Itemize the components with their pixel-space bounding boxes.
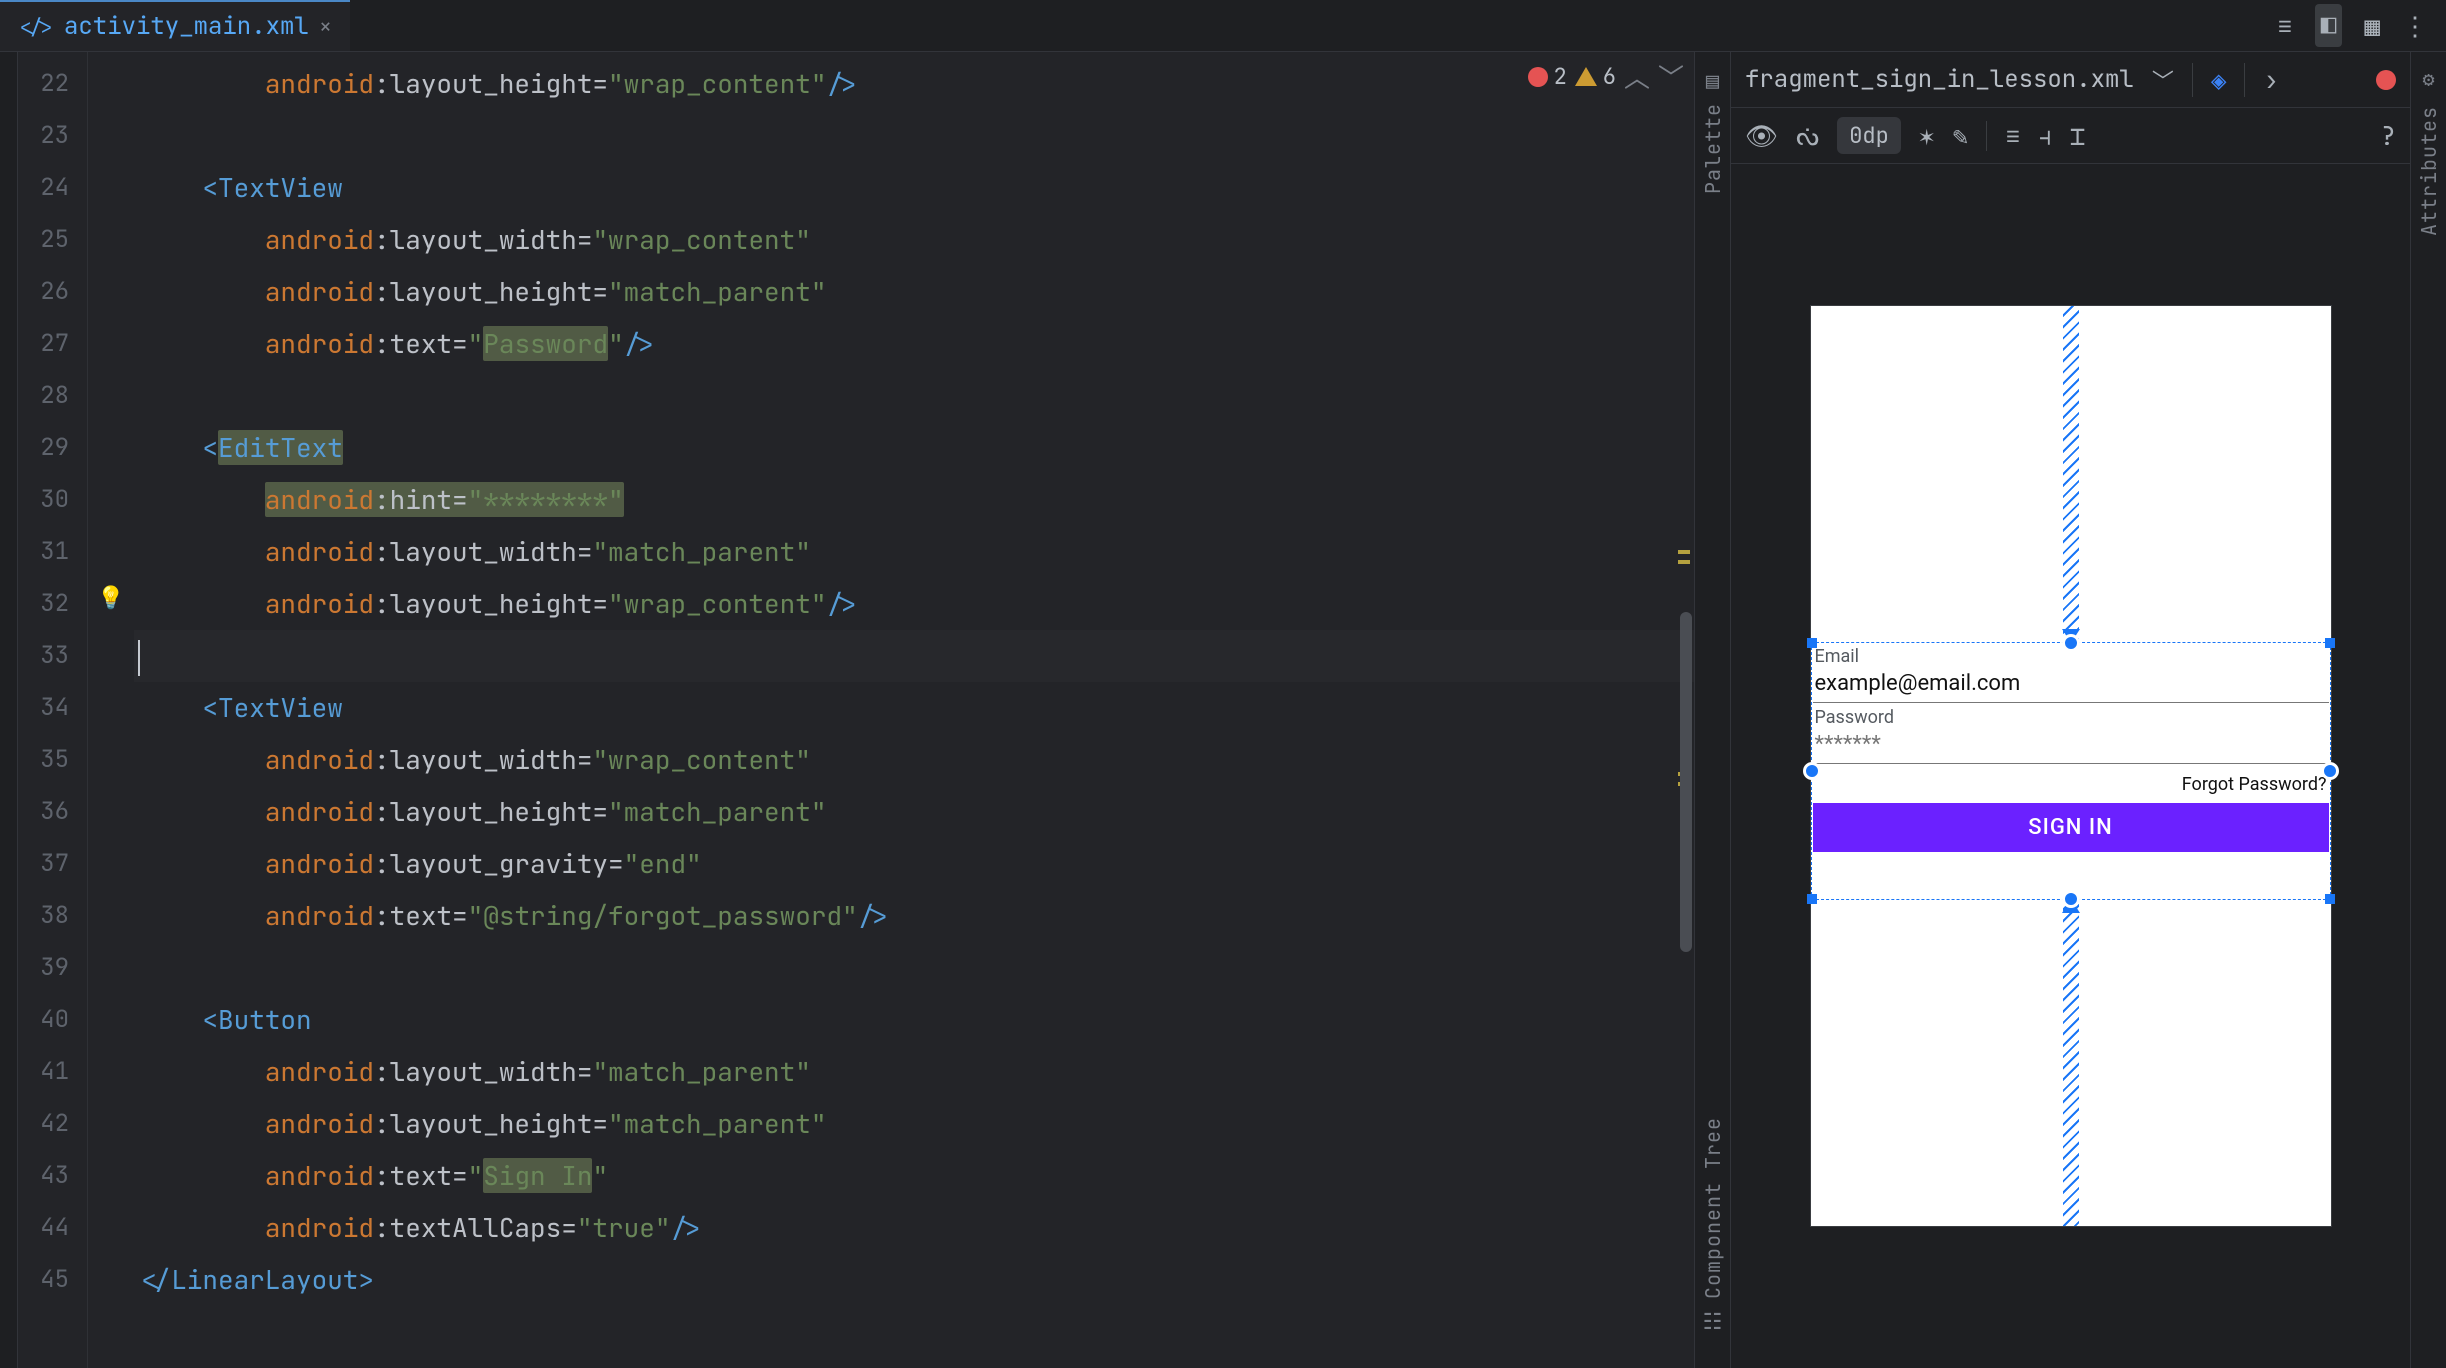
align-icon[interactable]: ≡	[2005, 118, 2021, 153]
selection-handle-br[interactable]	[2325, 894, 2335, 904]
infer-constraints-icon[interactable]: ✶	[1919, 118, 1935, 153]
selection-frame[interactable]	[1811, 642, 2331, 900]
guidelines-icon[interactable]: ⌶	[2070, 118, 2086, 153]
tree-icon: ☷	[1703, 1307, 1723, 1336]
selection-handle-bl[interactable]	[1807, 894, 1817, 904]
chevron-right-icon[interactable]: ›	[2263, 62, 2279, 97]
sliders-icon: ⚙	[2422, 66, 2434, 92]
default-margin[interactable]: 0dp	[1837, 117, 1901, 154]
hint-gutter[interactable]: 💡	[88, 52, 134, 1368]
error-stripe[interactable]	[1676, 52, 1694, 1368]
preview-toolbar-primary: fragment_sign_in_lesson.xml ﹀ ◈ ›	[1731, 52, 2410, 108]
layout-preview-panel: fragment_sign_in_lesson.xml ﹀ ◈ › 👁 ᔔ 0d…	[1730, 52, 2410, 1368]
code-area[interactable]: android:layout_height="wrap_content"/> <…	[134, 52, 1694, 1368]
design-surface[interactable]: Email example@email.com Password *******…	[1731, 164, 2410, 1368]
line-number-gutter[interactable]: 2223242526272829303132333435363738394041…	[18, 52, 88, 1368]
constraint-handle-left[interactable]	[1803, 762, 1821, 780]
attributes-rail[interactable]: ⚙ Attributes	[2410, 52, 2446, 1368]
attributes-label: Attributes	[2416, 106, 2442, 236]
component-tree-rail-button[interactable]: Component Tree ☷	[1700, 1117, 1726, 1336]
scrollbar-thumb[interactable]	[1680, 612, 1692, 952]
chevron-down-icon[interactable]: ﹀	[2152, 64, 2174, 96]
close-tab-icon[interactable]: ×	[319, 12, 332, 41]
constraint-spring-top	[2063, 306, 2079, 642]
selection-handle-tr[interactable]	[2325, 638, 2335, 648]
preview-toolbar-secondary: 👁 ᔔ 0dp ✶ ✎ ≡ ⫞ ⌶ ?	[1731, 108, 2410, 164]
palette-rail-button[interactable]: ▤ Palette	[1700, 66, 1726, 194]
file-tab[interactable]: </> activity_main.xml ×	[0, 0, 350, 51]
main-split: 2 6 ︿ ﹀ 22232425262728293031323334353637…	[0, 52, 2446, 1368]
layers-icon[interactable]: ◈	[2211, 62, 2227, 97]
autoconnect-icon[interactable]: ᔔ	[1796, 118, 1819, 153]
split-view-icon[interactable]: ◧	[2315, 4, 2343, 47]
constraint-handle-right[interactable]	[2321, 762, 2339, 780]
preview-filename[interactable]: fragment_sign_in_lesson.xml	[1745, 64, 2134, 95]
component-tree-label: Component Tree	[1700, 1117, 1726, 1299]
tab-strip: </> activity_main.xml × ≡ ◧ ▦ ⋮	[0, 0, 2446, 52]
constraint-handle-top[interactable]	[2062, 634, 2080, 652]
code-editor[interactable]: 2 6 ︿ ﹀ 22232425262728293031323334353637…	[18, 52, 1694, 1368]
tab-filename: activity_main.xml	[64, 11, 309, 42]
code-view-icon[interactable]: ≡	[2277, 8, 2293, 43]
help-icon[interactable]: ?	[2380, 118, 2396, 153]
palette-label: Palette	[1700, 103, 1726, 194]
constraint-spring-bottom	[2063, 900, 2079, 1226]
selection-handle-tl[interactable]	[1807, 638, 1817, 648]
device-frame[interactable]: Email example@email.com Password *******…	[1811, 306, 2331, 1226]
eye-icon[interactable]: 👁	[1745, 118, 1778, 153]
left-tool-rail[interactable]	[0, 52, 18, 1368]
design-view-icon[interactable]: ▦	[2364, 8, 2380, 43]
preview-error-icon[interactable]	[2376, 70, 2396, 90]
pack-icon[interactable]: ⫞	[2039, 118, 2052, 153]
constraint-handle-bottom[interactable]	[2062, 890, 2080, 908]
more-menu-icon[interactable]: ⋮	[2402, 8, 2428, 43]
xml-file-icon: </>	[18, 14, 54, 40]
magic-wand-icon[interactable]: ✎	[1952, 118, 1968, 153]
palette-icon: ▤	[1706, 66, 1719, 95]
designer-rail: ▤ Palette Component Tree ☷	[1694, 52, 1730, 1368]
